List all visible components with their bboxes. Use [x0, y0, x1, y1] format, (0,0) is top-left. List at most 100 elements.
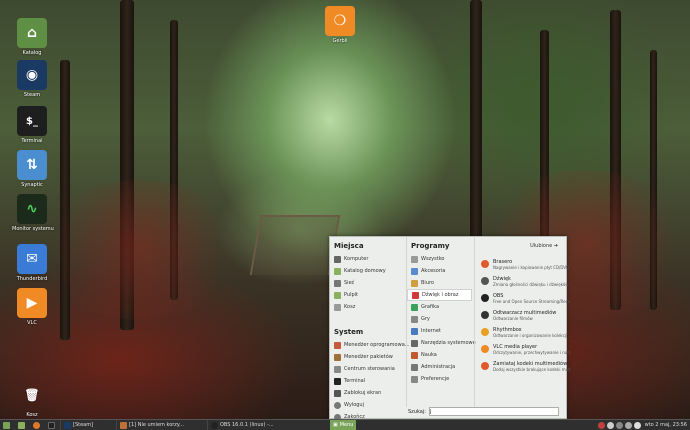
category-internet[interactable]: Internet — [407, 325, 472, 337]
apps-column: Ulubione ➜ Brasero Nagrywanie i kopiowani… — [474, 237, 571, 407]
system-control-center[interactable]: Centrum sterowania — [330, 363, 404, 375]
trash-icon: 🗑 — [24, 388, 40, 402]
launcher-files[interactable] — [15, 420, 30, 430]
home-folder-icon: ⌂ — [17, 18, 47, 48]
bridge — [249, 215, 341, 275]
favorites-button[interactable]: Ulubione ➜ — [530, 243, 558, 249]
education-icon — [411, 351, 418, 359]
computer-icon — [334, 255, 341, 263]
system-logout[interactable]: Wyloguj — [330, 399, 404, 411]
task-browser[interactable]: [1] Nie umiem korzy... — [116, 420, 187, 430]
category-preferences[interactable]: Preferencje — [407, 373, 472, 385]
desktop-icon-label: Katalog — [22, 50, 42, 56]
desktop-icon-label: Terminal — [21, 138, 43, 144]
task-steam[interactable]: [Steam] — [60, 420, 96, 430]
show-desktop-button[interactable] — [0, 420, 15, 430]
app-codecs[interactable]: Zamiataj kodeki multimediów Dodaj wszystk… — [475, 359, 571, 376]
search-row: Szukaj: — [408, 407, 559, 416]
gerbil-icon: ❍ — [325, 6, 355, 36]
software-manager-icon — [334, 341, 341, 349]
codecs-icon — [481, 362, 489, 370]
shield-tray-icon[interactable] — [615, 421, 623, 429]
place-computer[interactable]: Komputer — [330, 253, 404, 265]
category-sound-video[interactable]: Dźwięk i obraz — [407, 289, 472, 301]
category-label: Preferencje — [421, 376, 450, 382]
steam-icon — [64, 421, 71, 429]
system-package-manager[interactable]: Menedżer pakietów — [330, 351, 404, 363]
category-graphics[interactable]: Grafika — [407, 301, 472, 313]
app-obs[interactable]: OBS Free and Open Source Streaming/Reco..… — [475, 291, 571, 308]
place-network[interactable]: Sieć — [330, 277, 404, 289]
desktop-icon-thunderbird[interactable]: ✉ Thunderbird — [12, 244, 52, 282]
graphics-icon — [411, 303, 418, 311]
app-vlc[interactable]: VLC media player Odczytywanie, przechwyty… — [475, 342, 571, 359]
system-label: Terminal — [344, 378, 366, 384]
place-label: Pulpit — [344, 292, 359, 298]
firefox-icon — [33, 421, 40, 429]
desktop-icon-home[interactable]: ⌂ Katalog — [12, 18, 52, 56]
category-label: Administracja — [421, 364, 456, 370]
category-accessories[interactable]: Akcesoria — [407, 265, 472, 277]
desktop-icon-trash[interactable]: 🗑 Kosz — [12, 380, 52, 418]
folder-icon — [18, 421, 25, 429]
launcher-terminal[interactable] — [45, 420, 60, 430]
network-icon — [334, 279, 341, 287]
clock[interactable]: wto 2 maj, 23:56 — [645, 422, 687, 428]
search-input[interactable] — [428, 407, 559, 416]
media-player-icon — [481, 311, 489, 319]
app-media-player[interactable]: Odtwarzacz multimediów Odtwarzanie filmów — [475, 308, 568, 325]
control-center-icon — [334, 365, 341, 373]
browser-icon — [120, 421, 128, 429]
app-rhythmbox[interactable]: Rhythmbox Odtwarzanie i organizowanie kol… — [475, 325, 571, 342]
preferences-icon — [411, 375, 418, 383]
category-label: Wszystko — [421, 256, 445, 262]
app-description: Free and Open Source Streaming/Reco... — [493, 299, 571, 304]
category-office[interactable]: Biuro — [407, 277, 472, 289]
desktop-icon-steam[interactable]: ◉ Steam — [12, 60, 52, 98]
desktop-icon-terminal[interactable]: $_ Terminal — [12, 106, 52, 144]
desktop-icon-synaptic[interactable]: ⇅ Synaptic — [12, 150, 52, 188]
category-label: Gry — [421, 316, 430, 322]
launcher-firefox[interactable] — [30, 420, 45, 430]
taskbar: [Steam] [1] Nie umiem korzy... OBS 16.0.… — [0, 419, 690, 430]
system-label: Centrum sterowania — [344, 366, 395, 372]
system-lock-screen[interactable]: Zablokuj ekran — [330, 387, 404, 399]
leaves — [40, 180, 240, 320]
desktop-icon-label: Kosz — [26, 412, 38, 418]
task-obs[interactable]: OBS 16.0.1 (linux) -... — [206, 420, 277, 430]
network-tray-icon[interactable] — [597, 421, 605, 429]
app-description: Nagrywanie i kopiowanie płyt CD/DVD — [493, 265, 570, 270]
system-terminal[interactable]: Terminal — [330, 375, 404, 387]
battery-tray-icon[interactable] — [633, 421, 641, 429]
menu-button[interactable]: ▣ Menu — [330, 420, 356, 430]
task-label: [Steam] — [73, 422, 94, 428]
system-label: Zablokuj ekran — [344, 390, 382, 396]
menu-button-label: Menu — [339, 422, 354, 428]
system-software-manager[interactable]: Menedżer oprogramowa... — [330, 339, 410, 351]
system-label: Menedżer oprogramowa... — [344, 342, 410, 348]
app-brasero[interactable]: Brasero Nagrywanie i kopiowanie płyt CD/D… — [475, 257, 570, 274]
vlc-icon — [481, 345, 489, 353]
desktop-icon-vlc[interactable]: ▶ VLC — [12, 288, 52, 326]
places-title: Miejsca — [334, 242, 364, 250]
package-icon — [334, 353, 341, 361]
category-all[interactable]: Wszystko — [407, 253, 472, 265]
terminal-icon — [48, 421, 55, 429]
place-label: Komputer — [344, 256, 369, 262]
place-desktop[interactable]: Pulpit — [330, 289, 404, 301]
desktop-icon-gerbil[interactable]: ❍ Gerbil — [320, 6, 360, 44]
app-description: Odtwarzanie filmów — [493, 316, 533, 321]
place-trash[interactable]: Kosz — [330, 301, 404, 313]
synaptic-icon: ⇅ — [17, 150, 47, 180]
folder-icon — [334, 267, 341, 275]
update-tray-icon[interactable] — [606, 421, 614, 429]
category-administration[interactable]: Administracja — [407, 361, 472, 373]
category-system-tools[interactable]: Narzędzia systemowe — [407, 337, 476, 349]
place-home[interactable]: Katalog domowy — [330, 265, 404, 277]
category-education[interactable]: Nauka — [407, 349, 472, 361]
category-games[interactable]: Gry — [407, 313, 472, 325]
desktop-icon-system-monitor[interactable]: ∿ Monitor systemu — [12, 194, 54, 232]
app-sound[interactable]: Dźwięk Zmiana głośności dźwięku i dźwiękó… — [475, 274, 571, 291]
task-label: OBS 16.0.1 (linux) -... — [219, 422, 274, 428]
volume-tray-icon[interactable] — [624, 421, 632, 429]
